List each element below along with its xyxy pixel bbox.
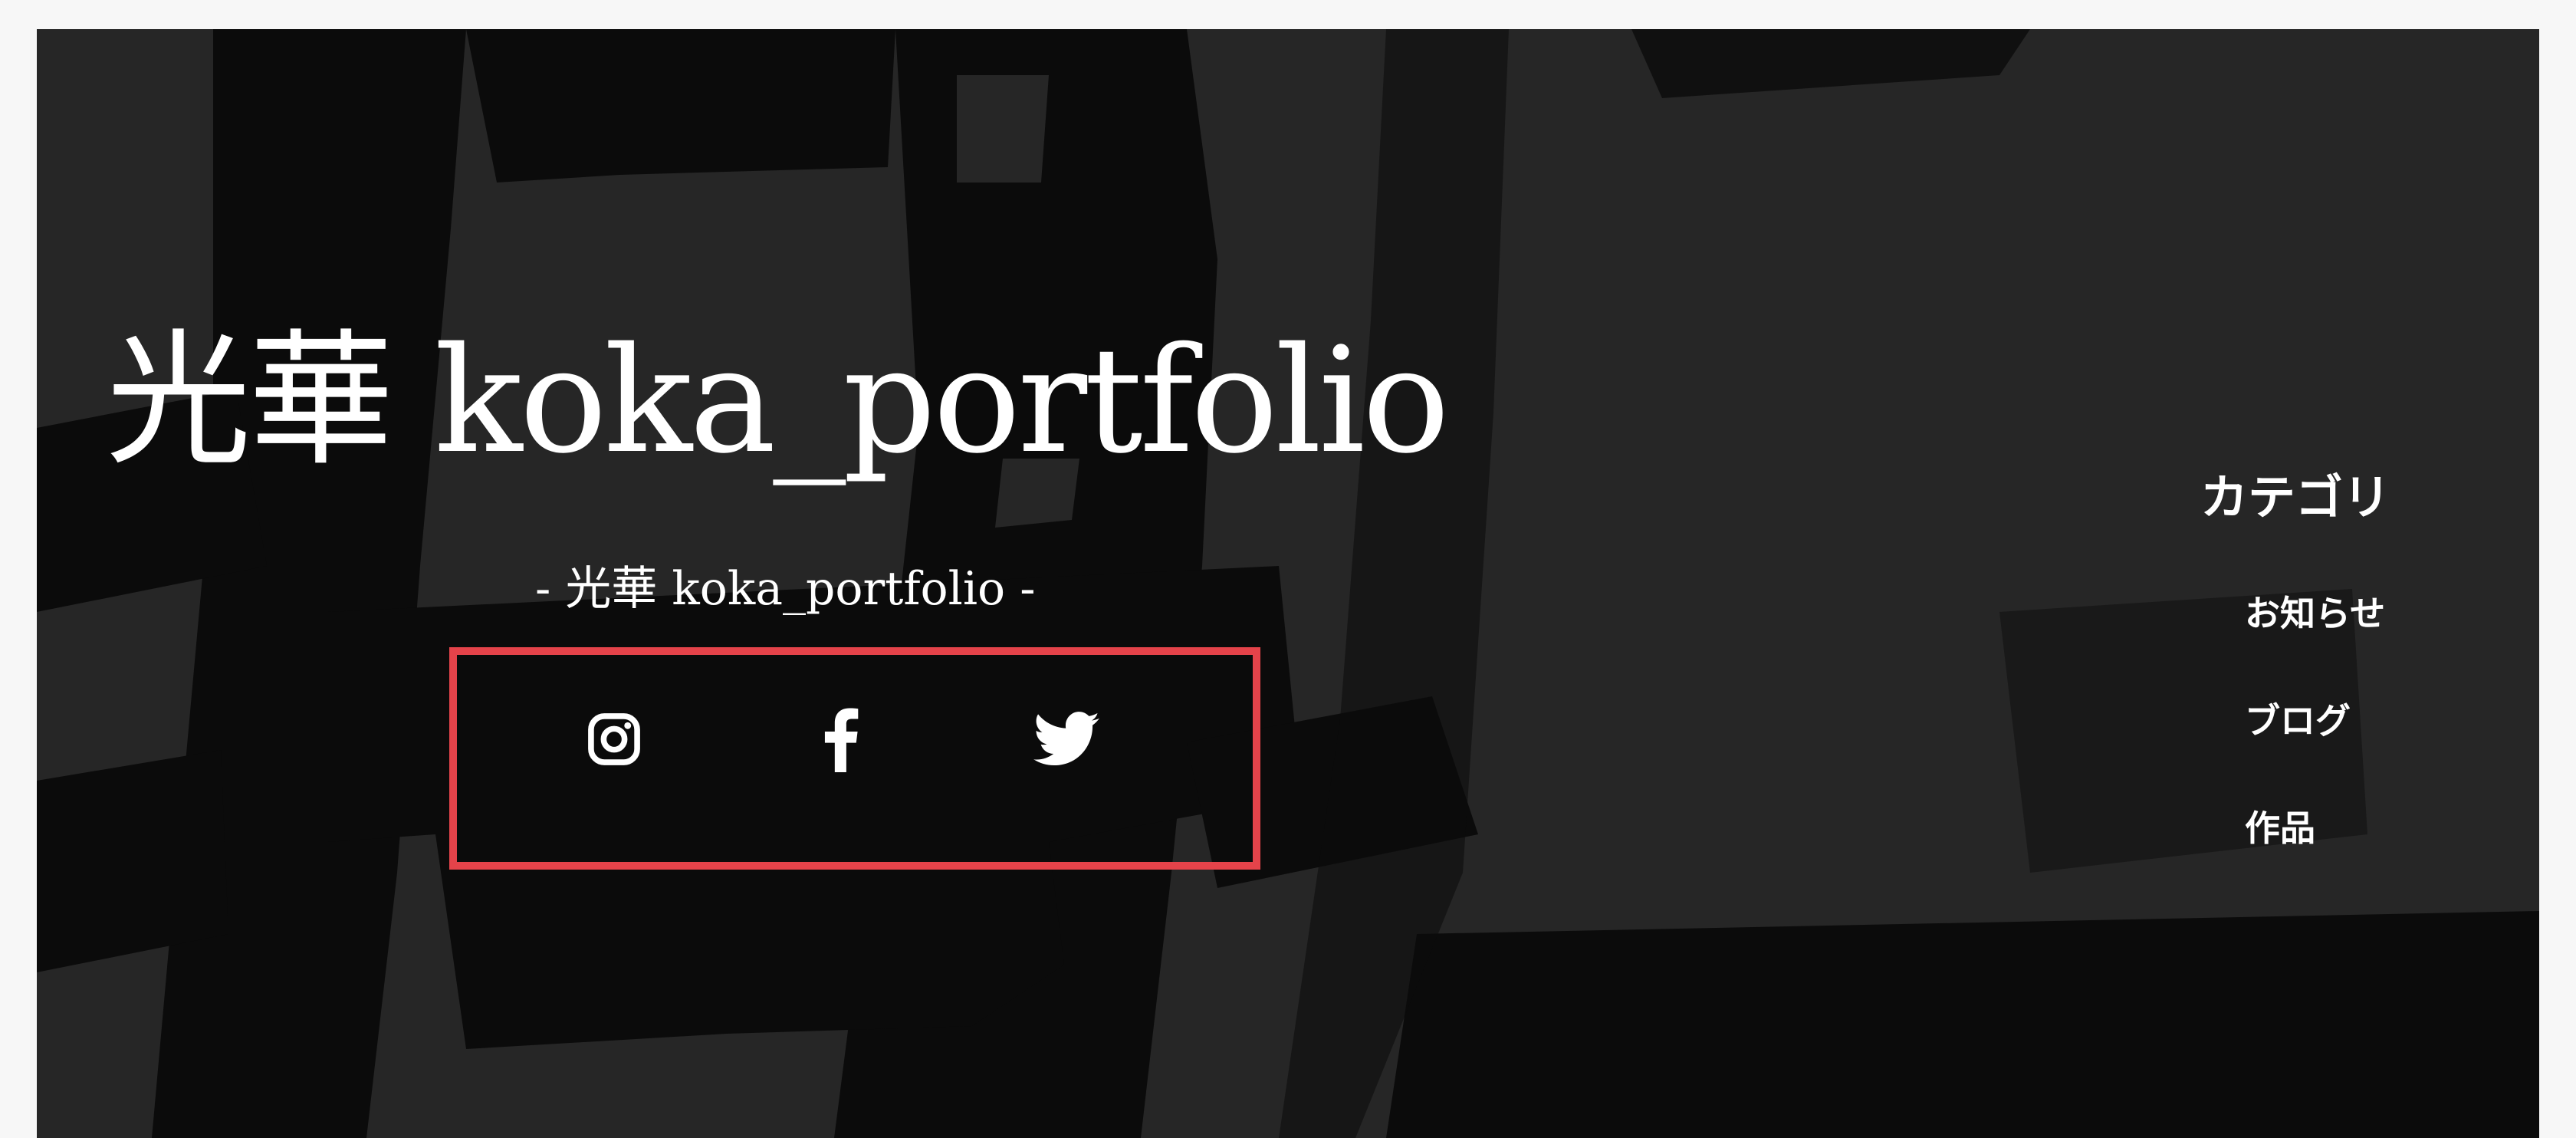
hero-header: 光華 koka_portfolio - 光華 koka_portfolio - …	[37, 29, 2539, 1138]
category-heading: カテゴリ	[2200, 469, 2391, 525]
twitter-icon	[1033, 712, 1099, 766]
twitter-link[interactable]	[1030, 702, 1103, 776]
category-item-news[interactable]: お知らせ	[2245, 586, 2385, 693]
site-title[interactable]: 光華 koka_portfolio	[106, 328, 1450, 474]
site-subtitle: - 光華 koka_portfolio -	[535, 562, 1036, 616]
instagram-icon	[588, 713, 640, 765]
instagram-link[interactable]	[577, 702, 651, 776]
category-list: お知らせ ブログ 作品	[2245, 586, 2385, 908]
facebook-link[interactable]	[803, 702, 877, 776]
category-item-blog[interactable]: ブログ	[2245, 693, 2385, 801]
calligraphy-background-image	[37, 29, 2539, 1138]
category-item-works[interactable]: 作品	[2245, 801, 2385, 908]
facebook-icon	[824, 708, 859, 772]
